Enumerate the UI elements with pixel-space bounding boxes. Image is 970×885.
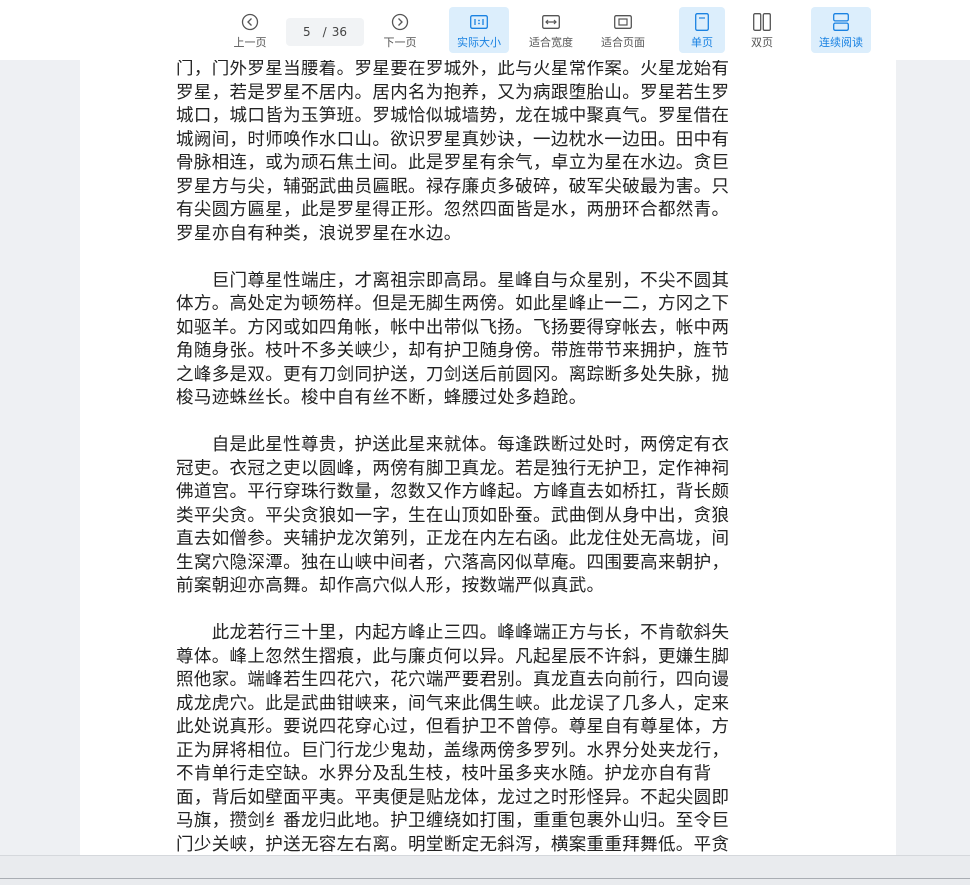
single-page-button[interactable]: 单页 <box>679 7 725 53</box>
continuous-scroll-icon <box>830 11 852 33</box>
paragraph: 巨门尊星性端庄，才离祖宗即高昂。星峰自与众星别，不尖不圆其 体方。高处定为顿笏样。… <box>176 270 816 411</box>
page-separator: / <box>322 25 327 39</box>
text-line: 罗星亦自有种类，浪说罗星在水边。 <box>176 223 462 244</box>
text-line: 骨脉相连，或为顽石焦土间。此是罗星有余气，卓立为星在水边。贪巨 <box>176 153 730 173</box>
prev-page-button[interactable]: 上一页 <box>226 7 274 53</box>
next-page-label: 下一页 <box>383 36 417 49</box>
text-line: 冠吏。衣冠之吏以圆峰，两傍有脚卫真龙。若是独行无护卫，定作神祠 <box>176 458 730 479</box>
bottom-divider <box>0 878 970 879</box>
fit-width-label: 适合宽度 <box>529 36 573 49</box>
fit-page-label: 适合页面 <box>601 36 645 49</box>
double-page-label: 双页 <box>751 36 773 49</box>
text-line: 不肯单行走空缺。水界分及乱生枝，枝叶虽多夹水随。护龙亦自有背 <box>176 764 712 784</box>
single-page-icon <box>691 11 713 33</box>
text-line: 巨门尊星性端庄，才离祖宗即高昂。星峰自与众星别，不尖不圆其 <box>176 270 730 291</box>
fit-width-icon <box>540 11 562 33</box>
text-line: 城口，城口皆为玉笋班。罗城恰似城墙势，龙在城中聚真气。罗星借在 <box>176 106 730 126</box>
text-line: 体方。高处定为顿笏样。但是无脚生两傍。如此星峰止一二，方冈之下 <box>176 294 730 314</box>
document-text: 门，门外罗星当腰着。罗星要在罗城外，此与火星常作案。火星龙始有 罗星，若是罗星不居… <box>176 60 816 855</box>
continuous-reading-button[interactable]: 连续阅读 <box>811 7 871 53</box>
double-page-button[interactable]: 双页 <box>739 7 785 53</box>
toolbar: 上一页 5 / 36 下一页 实际大小 适合宽度 适合页面 单页 双页 连续阅读 <box>0 0 970 60</box>
text-line: 面，背后如壁面平夷。平夷便是贴龙体，龙过之时形怪异。不起尖圆即 <box>176 787 730 808</box>
circle-chevron-left-icon <box>239 11 261 33</box>
text-line: 尊体。峰上忽然生摺痕，此与廉贞何以异。凡起星辰不许斜，更嫌生脚 <box>176 646 730 667</box>
actual-size-button[interactable]: 实际大小 <box>449 7 509 53</box>
continuous-reading-label: 连续阅读 <box>819 36 863 49</box>
horizontal-scrollbar[interactable] <box>0 855 970 885</box>
circle-chevron-right-icon <box>389 11 411 33</box>
prev-page-label: 上一页 <box>233 36 267 49</box>
paragraph: 此龙若行三十里，内起方峰止三四。峰峰端正方与长，不肯欹斜失 尊体。峰上忽然生摺痕，… <box>176 622 816 855</box>
text-line: 前案朝迎亦高舞。却作高穴似人形，按数端严似真武。 <box>176 576 605 596</box>
text-line: 此龙若行三十里，内起方峰止三四。峰峰端正方与长，不肯欹斜失 <box>176 623 730 643</box>
text-line: 直去如僧参。夹辅护龙次第列，正龙在内左右函。此龙住处无高垅，间 <box>176 529 730 549</box>
text-line: 自是此星性尊贵，护送此星来就体。每逢跌断过处时，两傍定有衣 <box>176 435 730 455</box>
text-line: 马旗，攒剑纟番龙归此地。护卫缠绕如打围，重重包裹外山归。至令巨 <box>176 811 730 831</box>
text-line: 城阙间，时师唤作水口山。欲识罗星真妙诀，一边枕水一边田。田中有 <box>176 129 730 150</box>
text-line: 罗星，若是罗星不居内。居内名为抱养，又为病跟堕胎山。罗星若生罗 <box>176 82 730 103</box>
one-to-one-icon <box>468 11 490 33</box>
text-line: 正为屏将相位。巨门行龙少鬼劫，盖缘两傍多罗列。水界分处夹龙行， <box>176 740 730 761</box>
paragraph: 自是此星性尊贵，护送此星来就体。每逢跌断过处时，两傍定有衣 冠吏。衣冠之吏以圆峰，… <box>176 434 816 599</box>
document-page: 门，门外罗星当腰着。罗星要在罗城外，此与火星常作案。火星龙始有 罗星，若是罗星不居… <box>80 60 896 855</box>
text-line: 类平尖贪。平尖贪狼如一字，生在山顶如卧蚕。武曲倒从身中出，贪狼 <box>176 505 730 526</box>
next-page-button[interactable]: 下一页 <box>376 7 424 53</box>
paragraph: 门，门外罗星当腰着。罗星要在罗城外，此与火星常作案。火星龙始有 罗星，若是罗星不居… <box>176 60 816 246</box>
fit-page-button[interactable]: 适合页面 <box>595 7 651 53</box>
document-viewer: 上一页 5 / 36 下一页 实际大小 适合宽度 适合页面 单页 双页 连续阅读… <box>0 0 970 885</box>
text-line: 罗星方与尖，辅弼武曲员匾眠。禄存廉贞多破碎，破军尖破最为害。只 <box>176 176 730 197</box>
actual-size-label: 实际大小 <box>457 36 501 49</box>
text-line: 门少关峡，护送无容左右离。明堂断定无斜泻，横案重重拜舞低。平贪 <box>176 834 730 855</box>
fit-page-icon <box>612 11 634 33</box>
single-page-label: 单页 <box>691 36 713 49</box>
text-line: 如驱羊。方冈或如四角帐，帐中出带似飞扬。飞扬要得穿帐去，帐中两 <box>176 317 730 338</box>
text-line: 生窝穴隐深潭。独在山峡中间者，穴落高冈似草庵。四围要高来朝护， <box>176 552 730 573</box>
text-line: 之峰多是双。更有刀剑同护送，刀剑送后前圆冈。离踪断多处失脉，抛 <box>176 364 730 385</box>
text-line: 成龙虎穴。此是武曲钳峡来，间气来此偶生峡。此龙误了几多人，定来 <box>176 693 730 714</box>
text-line: 角随身张。枝叶不多关峡少，却有护卫随身傍。带旌带节来拥护，旌节 <box>176 341 730 361</box>
total-pages: 36 <box>331 25 347 39</box>
current-page-input[interactable]: 5 <box>303 25 311 39</box>
text-line: 有尖圆方匾星，此是罗星得正形。忽然四面皆是水，两册环合都然青。 <box>176 200 730 220</box>
text-line: 门，门外罗星当腰着。罗星要在罗城外，此与火星常作案。火星龙始有 <box>176 60 730 79</box>
text-line: 梭马迹蛛丝长。梭中自有丝不断，蜂腰过处多趋跄。 <box>176 388 587 408</box>
text-line: 佛道宫。平行穿珠行数量，忽数又作方峰起。方峰直去如桥扛，背长颇 <box>176 482 730 502</box>
page-indicator: 5 / 36 <box>286 18 364 46</box>
fit-width-button[interactable]: 适合宽度 <box>523 7 579 53</box>
double-page-icon <box>751 11 773 33</box>
text-line: 照他家。端峰若生四花穴，花穴端严要君别。真龙直去向前行，四向谩 <box>176 670 730 690</box>
text-line: 此处说真形。要说四花穿心过，但看护卫不曾停。尊星自有尊星体，方 <box>176 717 730 737</box>
